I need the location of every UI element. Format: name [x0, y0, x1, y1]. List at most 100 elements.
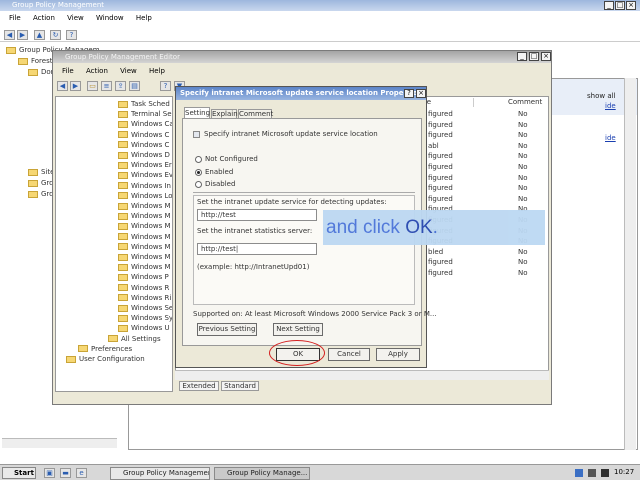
- list-row-state[interactable]: figured: [428, 257, 453, 267]
- up-icon[interactable]: ▲: [34, 30, 45, 40]
- gpme-tree-item[interactable]: Windows Sy: [118, 313, 172, 323]
- menu-help[interactable]: Help: [136, 14, 152, 22]
- dialog-tab-explain[interactable]: Explain: [211, 109, 238, 118]
- stats-server-input[interactable]: http://test|: [197, 243, 317, 255]
- show-all-link[interactable]: show all: [587, 92, 616, 100]
- gpme-minimize-button[interactable]: _: [517, 52, 527, 61]
- gpm-hscroll[interactable]: [2, 438, 117, 448]
- gpme-export-icon[interactable]: ⇪: [115, 81, 126, 91]
- taskbar-gpme-button[interactable]: Group Policy Manage...: [214, 467, 310, 480]
- tray-clock[interactable]: 10:27: [614, 468, 634, 476]
- minimize-button[interactable]: _: [604, 1, 614, 10]
- gpme-list-hscroll[interactable]: [175, 370, 549, 380]
- radio-disabled-icon[interactable]: [195, 180, 202, 188]
- list-row-state[interactable]: abl: [428, 141, 439, 151]
- help-icon[interactable]: ?: [66, 30, 77, 40]
- gpme-tree-item[interactable]: All Settings: [108, 334, 161, 344]
- gpme-tree-item[interactable]: Windows M: [118, 262, 171, 272]
- gpme-tree-item[interactable]: Windows Lo: [118, 191, 172, 201]
- list-row-state[interactable]: figured: [428, 173, 453, 183]
- tab-extended[interactable]: Extended: [179, 381, 219, 391]
- gpme-tree-item[interactable]: Windows In: [118, 181, 171, 191]
- gpme-help-icon[interactable]: ?: [160, 81, 171, 91]
- gpme-tree-item[interactable]: User Configuration: [66, 354, 145, 364]
- dialog-close-icon[interactable]: ×: [416, 89, 426, 98]
- gpme-tree-item[interactable]: Task Sched: [118, 99, 170, 109]
- list-row-state[interactable]: figured: [428, 183, 453, 193]
- radio-enabled-icon[interactable]: [195, 168, 202, 176]
- gpm-vscroll[interactable]: [624, 78, 636, 450]
- gpme-close-button[interactable]: ×: [541, 52, 551, 61]
- list-row-state[interactable]: figured: [428, 268, 453, 278]
- gpme-tree-item[interactable]: Windows M: [118, 201, 171, 211]
- quicklaunch-ie-icon[interactable]: e: [76, 468, 87, 478]
- radio-disabled[interactable]: Disabled: [195, 179, 235, 189]
- list-row-state[interactable]: figured: [428, 109, 453, 119]
- radio-enabled[interactable]: Enabled: [195, 167, 233, 177]
- gpme-tree-item[interactable]: Windows M: [118, 211, 171, 221]
- update-service-input[interactable]: http://test: [197, 209, 317, 221]
- gpme-tree-item[interactable]: Windows Ca: [118, 119, 172, 129]
- quicklaunch-powershell-icon[interactable]: ▬: [60, 468, 71, 478]
- gpme-tree-item[interactable]: Windows M: [118, 242, 171, 252]
- back-icon[interactable]: ◀: [4, 30, 15, 40]
- menu-view[interactable]: View: [67, 14, 84, 22]
- gpme-tree-item[interactable]: Windows Er: [118, 160, 172, 170]
- gpme-forward-icon[interactable]: ▶: [70, 81, 81, 91]
- gpme-list-icon[interactable]: ≡: [101, 81, 112, 91]
- hide-link-2[interactable]: ide: [605, 134, 616, 142]
- cancel-button[interactable]: Cancel: [328, 348, 370, 361]
- close-button[interactable]: ×: [626, 1, 636, 10]
- next-setting-button[interactable]: Next Setting: [273, 323, 323, 336]
- gpme-properties-icon[interactable]: ▤: [129, 81, 140, 91]
- refresh-icon[interactable]: ↻: [50, 30, 61, 40]
- tab-standard[interactable]: Standard: [221, 381, 259, 391]
- radio-not-configured[interactable]: Not Configured: [195, 154, 258, 164]
- tree-item-forest[interactable]: Forest: [18, 56, 52, 66]
- gpme-back-icon[interactable]: ◀: [57, 81, 68, 91]
- list-row-state[interactable]: figured: [428, 194, 453, 204]
- dialog-tab-setting[interactable]: Setting: [184, 107, 210, 118]
- gpme-maximize-button[interactable]: □: [529, 52, 539, 61]
- menu-action[interactable]: Action: [33, 14, 55, 22]
- list-row-state[interactable]: figured: [428, 151, 453, 161]
- menu-window[interactable]: Window: [96, 14, 124, 22]
- gpme-tree-item[interactable]: Windows D: [118, 150, 170, 160]
- gpme-menu-file[interactable]: File: [62, 67, 74, 75]
- previous-setting-button[interactable]: Previous Setting: [197, 323, 257, 336]
- gpme-tree-item[interactable]: Windows M: [118, 232, 171, 242]
- menu-file[interactable]: File: [9, 14, 21, 22]
- maximize-button[interactable]: □: [615, 1, 625, 10]
- tree-item-sites[interactable]: Site: [28, 167, 54, 177]
- list-row-state[interactable]: figured: [428, 130, 453, 140]
- gpme-tree-item[interactable]: Windows U: [118, 323, 170, 333]
- gpme-folder-icon[interactable]: ▭: [87, 81, 98, 91]
- hide-link-1[interactable]: ide: [605, 102, 616, 110]
- list-header-comment[interactable]: Comment: [508, 98, 548, 107]
- taskbar-gpm-button[interactable]: Group Policy Management: [110, 467, 210, 480]
- tray-network-icon[interactable]: [575, 469, 583, 477]
- list-row-state[interactable]: figured: [428, 120, 453, 130]
- radio-not-configured-icon[interactable]: [195, 155, 202, 163]
- gpme-menu-view[interactable]: View: [120, 67, 137, 75]
- start-button[interactable]: Start: [2, 467, 36, 479]
- gpme-tree-item[interactable]: Terminal Se: [118, 109, 172, 119]
- list-row-state[interactable]: bled: [428, 247, 443, 257]
- list-row-state[interactable]: figured: [428, 162, 453, 172]
- gpme-tree-item[interactable]: Windows M: [118, 221, 171, 231]
- gpme-tree-item[interactable]: Windows Ev: [118, 170, 172, 180]
- tray-flag-icon[interactable]: [601, 469, 609, 477]
- gpme-tree-item[interactable]: Windows M: [118, 252, 171, 262]
- gpme-tree-item[interactable]: Windows Se: [118, 303, 172, 313]
- apply-button[interactable]: Apply: [376, 348, 420, 361]
- gpme-tree-item[interactable]: Windows C: [118, 140, 169, 150]
- dialog-tab-comment[interactable]: Comment: [238, 109, 273, 118]
- gpme-menu-action[interactable]: Action: [86, 67, 108, 75]
- quicklaunch-explorer-icon[interactable]: ▣: [44, 468, 55, 478]
- gpme-tree-item[interactable]: Windows R: [118, 283, 169, 293]
- tray-volume-icon[interactable]: [588, 469, 596, 477]
- gpme-menu-help[interactable]: Help: [149, 67, 165, 75]
- forward-icon[interactable]: ▶: [17, 30, 28, 40]
- gpme-tree-item[interactable]: Windows Ri: [118, 293, 171, 303]
- list-header-state[interactable]: te: [424, 98, 474, 107]
